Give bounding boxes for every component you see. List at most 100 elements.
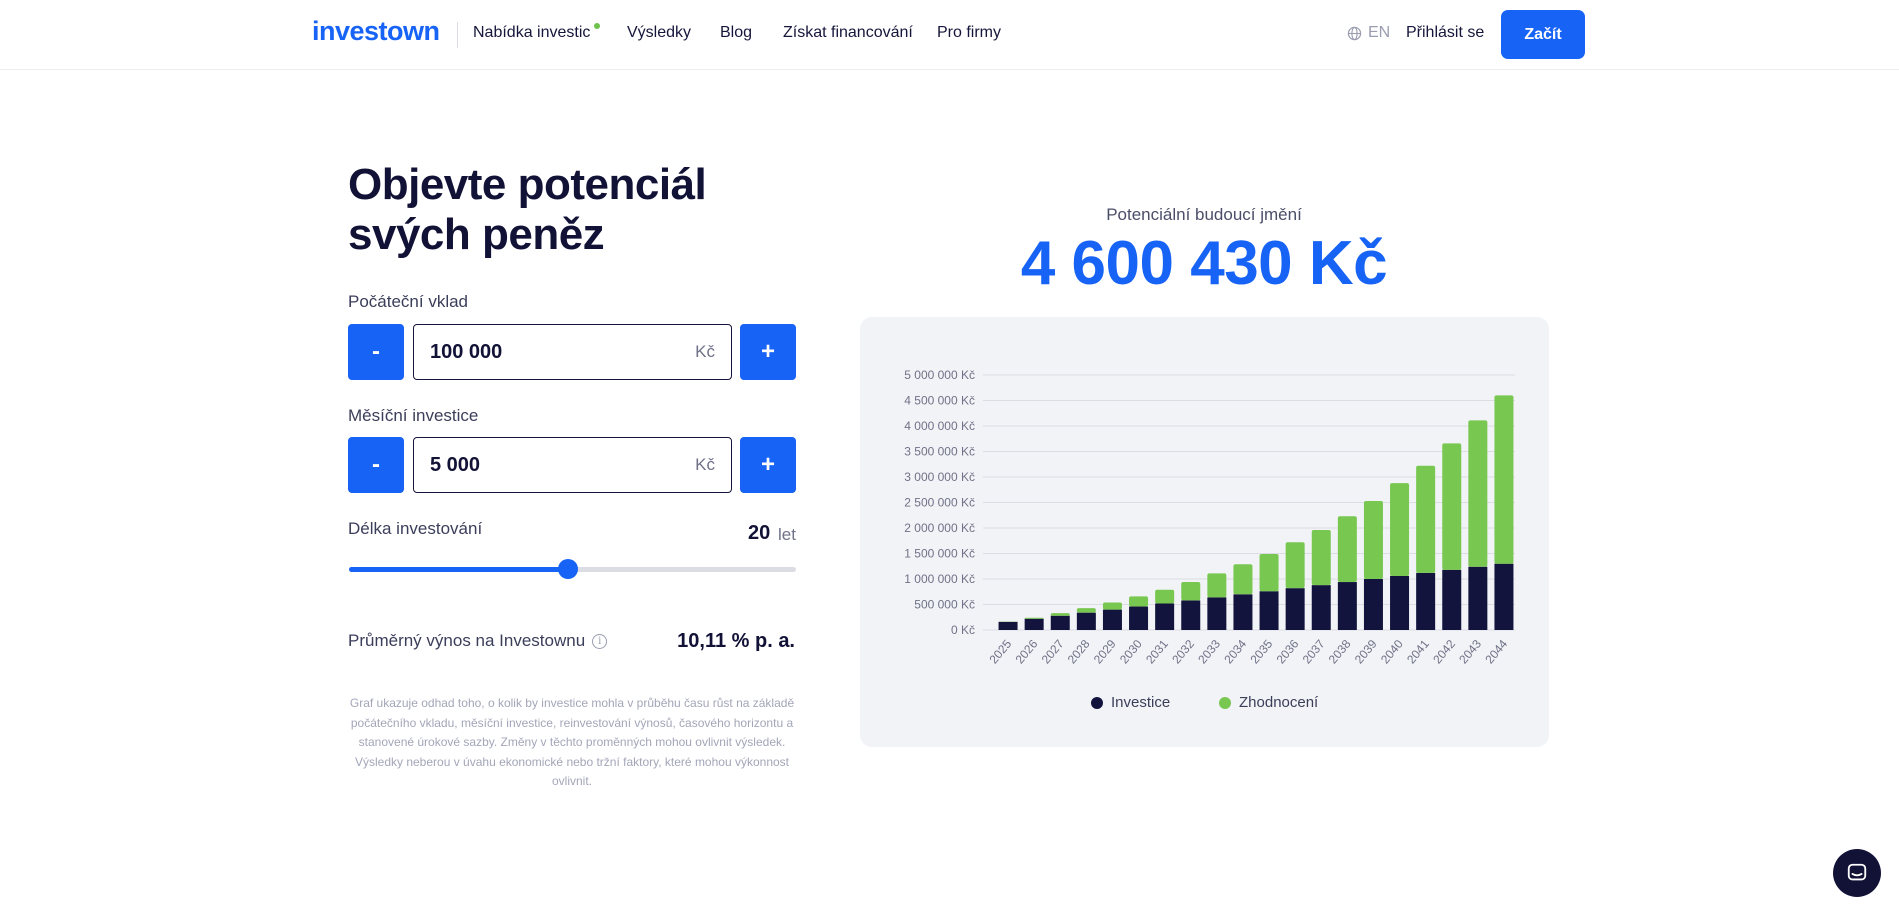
bar-investment[interactable] [1311, 585, 1331, 630]
bar-appreciation[interactable] [1050, 613, 1070, 616]
x-tick-label: 2038 [1326, 637, 1354, 667]
bar-investment[interactable] [1181, 600, 1201, 630]
x-tick-label: 2034 [1221, 637, 1249, 667]
nav-item-results[interactable]: Výsledky [627, 24, 691, 42]
x-tick-label: 2042 [1430, 637, 1458, 667]
bar-investment[interactable] [1442, 569, 1462, 630]
x-tick-label: 2039 [1352, 637, 1380, 667]
future-wealth-label: Potenciální budoucí jmění [1106, 205, 1302, 224]
duration-slider-thumb[interactable] [558, 559, 579, 579]
initial-deposit-input[interactable]: 100 000 Kč [413, 324, 732, 380]
x-tick-label: 2033 [1195, 637, 1223, 667]
bar-appreciation[interactable] [1337, 516, 1357, 583]
legend-investment-dot [1091, 696, 1103, 709]
bar-appreciation[interactable] [1102, 602, 1122, 610]
x-tick-label: 2040 [1378, 637, 1406, 667]
bar-appreciation[interactable] [1494, 395, 1514, 564]
x-tick-label: 2043 [1456, 637, 1484, 667]
bar-investment[interactable] [1285, 588, 1305, 630]
chat-icon [1847, 863, 1867, 881]
bar-appreciation[interactable] [1233, 564, 1253, 595]
bar-appreciation[interactable] [1259, 554, 1279, 592]
bar-investment[interactable] [998, 621, 1018, 630]
duration-slider[interactable] [349, 559, 796, 579]
language-switch[interactable]: EN [1347, 24, 1390, 42]
duration-slider-fill [349, 567, 569, 572]
monthly-investment-input[interactable]: 5 000 Kč [413, 437, 732, 493]
logo[interactable]: investown [312, 16, 440, 47]
x-tick-label: 2041 [1404, 637, 1432, 667]
average-yield-text: Průměrný výnos na Investownu [348, 631, 586, 650]
bar-appreciation[interactable] [1024, 617, 1044, 619]
login-link[interactable]: Přihlásit se [1406, 24, 1484, 42]
bar-investment[interactable] [1259, 591, 1279, 630]
bar-appreciation[interactable] [1416, 465, 1436, 573]
initial-deposit-decrease-button[interactable]: - [348, 324, 404, 380]
bar-investment[interactable] [1102, 609, 1122, 630]
x-tick-label: 2037 [1300, 637, 1328, 667]
bar-investment[interactable] [1390, 575, 1410, 630]
y-tick-label: 3 000 000 Kč [904, 470, 975, 484]
bar-investment[interactable] [1076, 612, 1096, 630]
bar-appreciation[interactable] [1207, 573, 1227, 598]
y-tick-label: 1 000 000 Kč [904, 572, 975, 586]
initial-deposit-increase-button[interactable]: + [740, 324, 796, 380]
bar-investment[interactable] [1468, 566, 1488, 630]
nav-item-investment-offer[interactable]: Nabídka investic [473, 23, 601, 42]
bar-investment[interactable] [1416, 572, 1436, 630]
nav-item-for-companies[interactable]: Pro firmy [937, 24, 1001, 42]
legend-investment-label: Investice [1111, 694, 1171, 711]
average-yield-label: Průměrný výnos na Investownu i [348, 631, 608, 651]
bar-appreciation[interactable] [1181, 582, 1201, 601]
legend-appreciation-dot [1219, 696, 1231, 709]
bar-appreciation[interactable] [1285, 542, 1305, 589]
duration-unit: let [778, 525, 796, 544]
info-icon[interactable]: i [592, 633, 608, 649]
legend-appreciation[interactable]: Zhodnocení [1219, 694, 1318, 711]
y-tick-label: 4 500 000 Kč [904, 394, 975, 408]
chat-button[interactable] [1833, 849, 1881, 897]
y-tick-label: 0 Kč [951, 623, 975, 637]
bar-appreciation[interactable] [1129, 596, 1149, 607]
new-indicator-dot [594, 23, 601, 29]
monthly-investment-label: Měsíční investice [348, 406, 479, 425]
bar-investment[interactable] [1155, 603, 1175, 630]
x-tick-label: 2032 [1169, 637, 1197, 667]
title-line-2: svých peněz [348, 210, 605, 259]
duration-label: Délka investování [348, 519, 483, 538]
y-tick-label: 2 000 000 Kč [904, 521, 975, 535]
duration-value: 20 [748, 522, 771, 544]
bar-appreciation[interactable] [1442, 443, 1462, 570]
bar-appreciation[interactable] [1155, 589, 1175, 604]
x-tick-label: 2026 [1013, 637, 1041, 667]
bar-investment[interactable] [1363, 579, 1383, 630]
x-tick-label: 2031 [1143, 637, 1171, 667]
x-tick-label: 2036 [1274, 637, 1302, 667]
currency-label: Kč [695, 342, 715, 361]
legend-investment[interactable]: Investice [1091, 694, 1170, 711]
bar-appreciation[interactable] [1311, 530, 1331, 586]
nav-item-blog[interactable]: Blog [720, 24, 752, 42]
x-tick-label: 2028 [1065, 637, 1093, 667]
page-title: Objevte potenciál svých peněz [348, 160, 707, 260]
bar-investment[interactable] [1337, 582, 1357, 630]
bar-appreciation[interactable] [1363, 500, 1383, 579]
bar-investment[interactable] [1233, 594, 1253, 630]
bar-investment[interactable] [1494, 563, 1514, 630]
nav-item-get-funding[interactable]: Získat financování [783, 24, 913, 42]
bar-appreciation[interactable] [1468, 420, 1488, 567]
bar-investment[interactable] [1024, 618, 1044, 630]
logo-divider [457, 22, 458, 48]
bar-investment[interactable] [1050, 615, 1070, 630]
globe-icon [1347, 26, 1362, 40]
bar-appreciation[interactable] [1390, 483, 1410, 576]
y-tick-label: 500 000 Kč [914, 598, 975, 612]
monthly-investment-value: 5 000 [430, 454, 481, 476]
start-button[interactable]: Začít [1501, 10, 1585, 59]
monthly-investment-decrease-button[interactable]: - [348, 437, 404, 493]
language-label: EN [1368, 24, 1391, 41]
bar-appreciation[interactable] [1076, 608, 1096, 613]
bar-investment[interactable] [1129, 606, 1149, 630]
monthly-investment-increase-button[interactable]: + [740, 437, 796, 493]
bar-investment[interactable] [1207, 597, 1227, 630]
